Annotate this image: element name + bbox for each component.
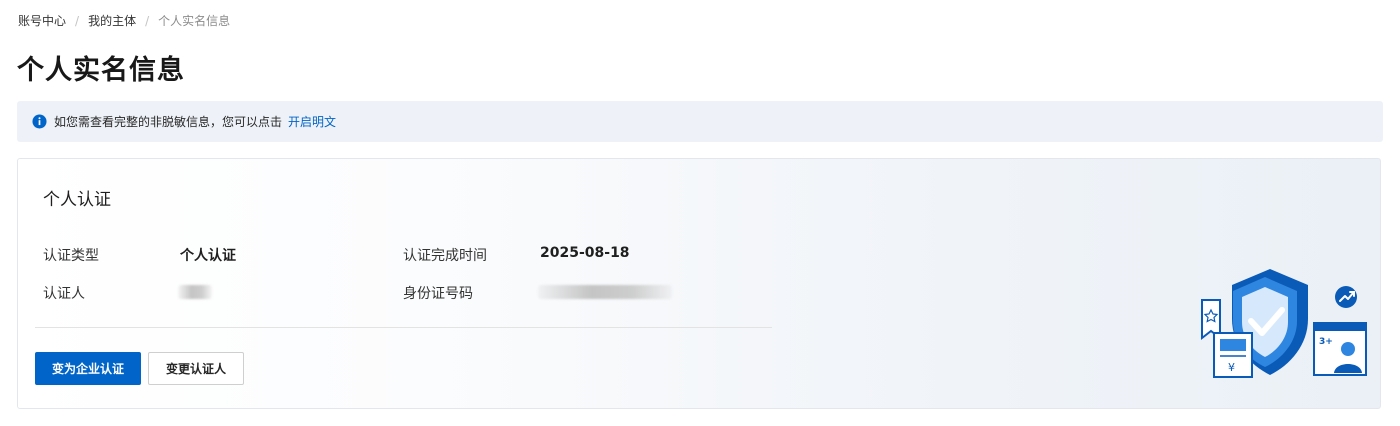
notice-text: 如您需查看完整的非脱敏信息，您可以点击 xyxy=(54,115,283,129)
breadcrumb: 账号中心 / 我的主体 / 个人实名信息 xyxy=(18,12,230,29)
auth-type-label: 认证类型 xyxy=(43,248,99,264)
id-number-label: 身份证号码 xyxy=(403,286,473,302)
svg-text:3+: 3+ xyxy=(1319,337,1333,347)
personal-auth-card: 个人认证 认证类型 个人认证 认证完成时间 2025-08-18 认证人 身份证… xyxy=(17,158,1381,409)
info-icon xyxy=(32,114,47,129)
auth-time-label: 认证完成时间 xyxy=(403,248,487,264)
security-shield-illustration: ¥ 3+ xyxy=(1198,267,1368,382)
breadcrumb-item-account-center[interactable]: 账号中心 xyxy=(18,12,66,29)
id-number-masked-value xyxy=(538,285,672,299)
auth-type-value: 个人认证 xyxy=(180,248,236,264)
show-plaintext-link[interactable]: 开启明文 xyxy=(288,113,336,130)
breadcrumb-item-my-entity[interactable]: 我的主体 xyxy=(88,12,136,29)
auth-person-masked-value xyxy=(178,285,212,299)
change-auth-person-button[interactable]: 变更认证人 xyxy=(148,352,244,385)
convert-to-enterprise-button[interactable]: 变为企业认证 xyxy=(35,352,141,385)
notice-banner: 如您需查看完整的非脱敏信息，您可以点击 开启明文 xyxy=(17,101,1383,142)
breadcrumb-current: 个人实名信息 xyxy=(158,14,231,28)
card-title: 个人认证 xyxy=(43,190,111,210)
divider xyxy=(35,327,772,328)
breadcrumb-separator: / xyxy=(145,13,150,28)
auth-person-label: 认证人 xyxy=(43,286,85,302)
svg-text:¥: ¥ xyxy=(1228,361,1235,374)
auth-time-value: 2025-08-18 xyxy=(540,245,630,261)
page-title: 个人实名信息 xyxy=(17,55,185,86)
breadcrumb-separator: / xyxy=(75,13,80,28)
